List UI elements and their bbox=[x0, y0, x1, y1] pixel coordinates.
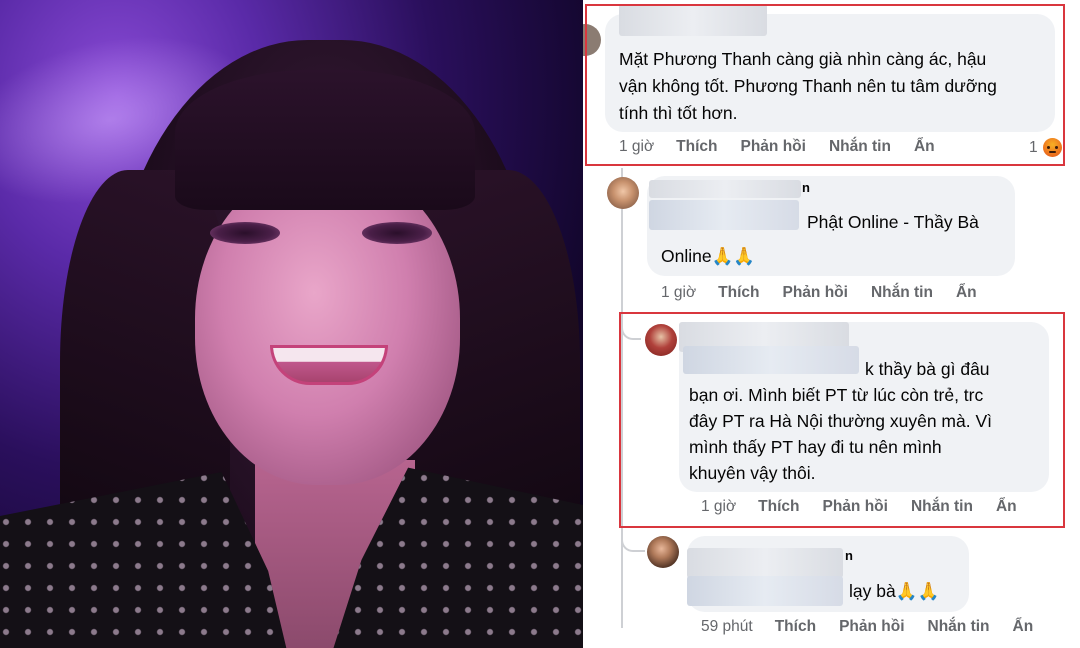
bangs bbox=[175, 70, 475, 210]
like-button[interactable]: Thích bbox=[718, 284, 759, 302]
highlight-box bbox=[619, 312, 1065, 528]
blurred-mention bbox=[649, 200, 799, 230]
reply-button[interactable]: Phản hồi bbox=[839, 618, 904, 636]
message-button[interactable]: Nhắn tin bbox=[928, 618, 990, 636]
highlight-box bbox=[585, 4, 1065, 166]
profile-photo bbox=[0, 0, 583, 648]
hide-button[interactable]: Ẩn bbox=[1013, 618, 1034, 636]
comment-text-line: lạy bà🙏🙏 bbox=[849, 581, 940, 601]
hide-button[interactable]: Ẩn bbox=[956, 284, 977, 302]
blurred-username bbox=[687, 548, 843, 578]
reply-connector bbox=[621, 528, 645, 552]
avatar[interactable] bbox=[607, 177, 639, 209]
avatar[interactable] bbox=[647, 536, 679, 568]
blurred-mention bbox=[687, 576, 843, 606]
comment-text-line: Phật Online - Thầy Bà bbox=[807, 212, 979, 232]
comment-text-line: Online🙏🙏 bbox=[661, 246, 756, 266]
username-fragment: n bbox=[802, 180, 810, 195]
timestamp[interactable]: 1 giờ bbox=[661, 284, 696, 302]
message-button[interactable]: Nhắn tin bbox=[871, 284, 933, 302]
face bbox=[195, 165, 460, 485]
timestamp[interactable]: 59 phút bbox=[701, 618, 753, 636]
comment-thread: Mặt Phương Thanh càng già nhìn càng ác, … bbox=[583, 0, 1080, 648]
reply-button[interactable]: Phản hồi bbox=[783, 284, 848, 302]
comment-actions: 59 phút Thích Phản hồi Nhắn tin Ẩn bbox=[701, 618, 1056, 636]
eye-left bbox=[210, 222, 280, 244]
username-fragment: n bbox=[845, 548, 853, 563]
blurred-username bbox=[649, 180, 801, 198]
comment-actions: 1 giờ Thích Phản hồi Nhắn tin Ẩn bbox=[661, 284, 1000, 302]
eye-right bbox=[362, 222, 432, 244]
like-button[interactable]: Thích bbox=[775, 618, 816, 636]
